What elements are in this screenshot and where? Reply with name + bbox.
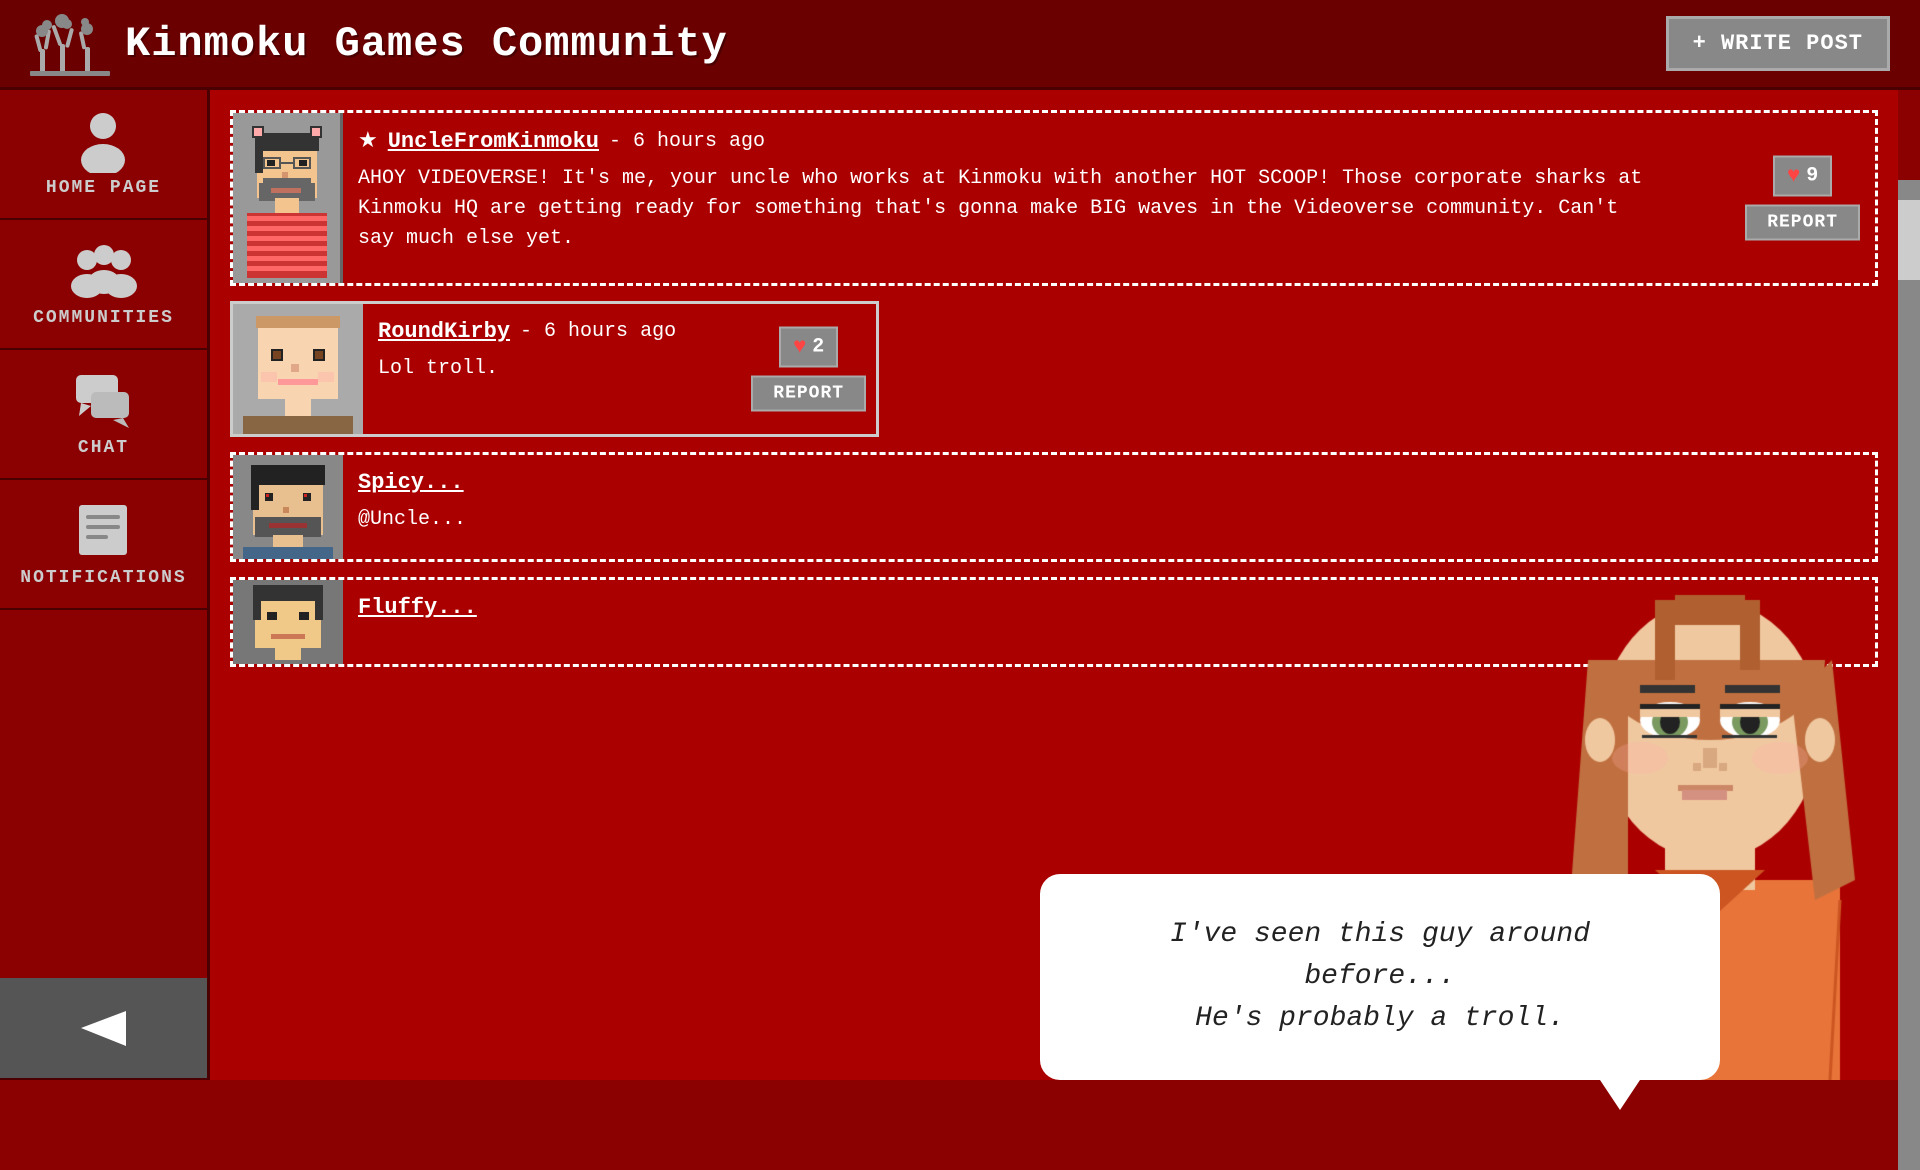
dialog-bubble: I've seen this guy around before... He's… (1040, 874, 1720, 1080)
post-actions-2: ♥ 2 REPORT (751, 327, 866, 412)
sidebar: HOME PAGE COMMUNITIES (0, 90, 210, 1080)
dialog-text: I've seen this guy around before... He's… (1090, 914, 1670, 1040)
post-time-1: - 6 hours ago (609, 130, 765, 153)
avatar-face-1 (237, 118, 337, 278)
person-icon (69, 110, 139, 170)
post-card-1: ★ UncleFromKinmoku - 6 hours ago AHOY VI… (230, 110, 1878, 286)
post-author-3[interactable]: Spicy... (358, 470, 464, 495)
post-avatar-1 (233, 113, 343, 283)
post-body-1: ★ UncleFromKinmoku - 6 hours ago AHOY VI… (343, 113, 1875, 283)
post-content-2: Lol troll. (378, 354, 676, 384)
back-icon (69, 998, 139, 1058)
post-author-1[interactable]: UncleFromKinmoku (388, 129, 599, 154)
post-card-2-wrapper: RoundKirby - 6 hours ago Lol troll. ♥ 2 … (230, 301, 1878, 437)
notif-icon (69, 500, 139, 560)
post-header-3: Spicy... (358, 470, 1860, 495)
sidebar-item-chat[interactable]: CHAT (0, 350, 207, 480)
like-count-2: 2 (812, 336, 824, 359)
coral-icon (30, 9, 110, 79)
report-button-2[interactable]: REPORT (751, 376, 866, 412)
group-icon (69, 240, 139, 300)
chat-icon (69, 370, 139, 430)
header-logo: Kinmoku Games Community (30, 9, 728, 79)
post-content-1: AHOY VIDEOVERSE! It's me, your uncle who… (358, 164, 1655, 254)
sidebar-home-label: HOME PAGE (46, 178, 161, 198)
avatar-face-3 (233, 455, 343, 562)
post-author-2[interactable]: RoundKirby (378, 319, 510, 344)
post-actions-1: ♥ 9 REPORT (1745, 156, 1860, 241)
post-author-4[interactable]: Fluffy... (358, 595, 477, 620)
dialog-line1: I've seen this guy around before... (1170, 919, 1590, 992)
post-header-1: ★ UncleFromKinmoku - 6 hours ago (358, 128, 1655, 154)
avatar-face-4 (233, 580, 343, 667)
avatar-face-2 (233, 304, 363, 434)
like-box-2: ♥ 2 (779, 327, 838, 368)
post-star-1: ★ (358, 128, 378, 154)
heart-icon-2: ♥ (793, 335, 806, 360)
post-avatar-4 (233, 580, 343, 667)
sidebar-item-communities[interactable]: COMMUNITIES (0, 220, 207, 350)
post-card-2: RoundKirby - 6 hours ago Lol troll. ♥ 2 … (230, 301, 879, 437)
dialog-line2: He's probably a troll. (1195, 1003, 1565, 1034)
heart-icon-1: ♥ (1787, 164, 1800, 189)
sidebar-item-home[interactable]: HOME PAGE (0, 90, 207, 220)
post-header-2: RoundKirby - 6 hours ago (378, 319, 676, 344)
scroll-thumb[interactable] (1898, 200, 1920, 280)
header: Kinmoku Games Community + WRITE POST (0, 0, 1920, 90)
sidebar-notifications-label: NOTIFICATIONS (20, 568, 186, 588)
write-post-button[interactable]: + WRITE POST (1666, 16, 1890, 71)
like-box-1: ♥ 9 (1773, 156, 1832, 197)
page-title: Kinmoku Games Community (125, 20, 728, 68)
post-avatar-2 (233, 304, 363, 434)
sidebar-item-notifications[interactable]: NOTIFICATIONS (0, 480, 207, 610)
sidebar-chat-label: CHAT (78, 438, 129, 458)
post-avatar-3 (233, 455, 343, 562)
sidebar-communities-label: COMMUNITIES (33, 308, 174, 328)
report-button-1[interactable]: REPORT (1745, 205, 1860, 241)
back-button[interactable] (0, 978, 207, 1080)
post-time-2: - 6 hours ago (520, 320, 676, 343)
like-count-1: 9 (1806, 165, 1818, 188)
